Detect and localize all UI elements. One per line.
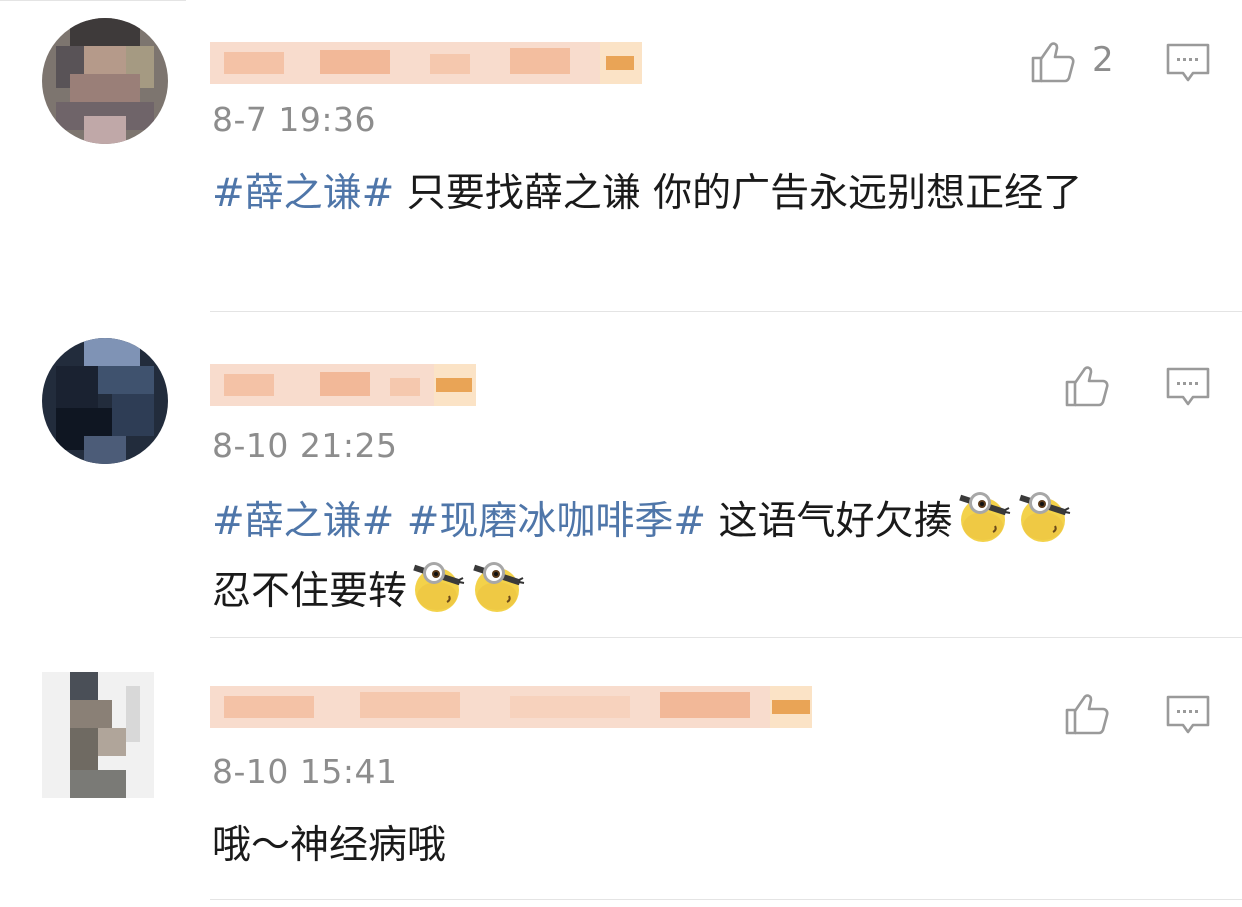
comment-divider [210,899,1242,900]
comment-bubble-icon [1166,695,1210,734]
comment-body: 这语气好欠揍 [706,499,953,544]
topic-tag[interactable]: #薛之谦# #现磨冰咖啡季# [212,499,706,544]
comment-body: 哦～神经病哦 [212,823,447,868]
like-button[interactable] [1030,38,1076,84]
comment-text: #薛之谦# #现磨冰咖啡季# 这语气好欠揍忍不住要转 [212,486,1172,626]
comment-item: 8-7 19:36 2 #薛之谦# 只要找薛之谦 你的广告永远别想正经了 [0,0,1242,312]
minion-emoji [953,486,1013,546]
comment-time: 8-10 15:41 [212,752,398,791]
comment-bubble-icon [1166,367,1210,406]
comment-time: 8-10 21:25 [212,426,398,465]
avatar[interactable] [42,672,154,798]
like-button[interactable] [1064,690,1110,736]
minion-emoji [1013,486,1073,546]
comment-bubble-icon [1166,43,1210,82]
like-button[interactable] [1064,362,1110,408]
comment-text: 哦～神经病哦 [212,812,1172,880]
topic-tag[interactable]: #薛之谦# [212,171,394,216]
comment-text: #薛之谦# 只要找薛之谦 你的广告永远别想正经了 [212,160,1172,228]
avatar[interactable] [42,18,168,144]
reply-button[interactable] [1166,694,1210,736]
comment-body: 忍不住要转 [212,569,408,614]
reply-button[interactable] [1166,42,1210,84]
minion-emoji [467,556,527,616]
like-count: 2 [1092,40,1114,80]
comment-time: 8-7 19:36 [212,100,376,139]
avatar[interactable] [42,338,168,464]
comment-item: 8-10 15:41 哦～神经病哦 [0,638,1242,907]
minion-emoji [407,556,467,616]
comment-item: 8-10 21:25 #薛之谦# #现磨冰咖啡季# 这语气好欠揍忍不住要转 [0,312,1242,638]
reply-button[interactable] [1166,366,1210,408]
thumbs-up-icon [1065,694,1109,735]
comment-body: 只要找薛之谦 你的广告永远别想正经了 [394,171,1083,216]
thumbs-up-icon [1065,366,1109,407]
thumbs-up-icon [1031,42,1075,83]
